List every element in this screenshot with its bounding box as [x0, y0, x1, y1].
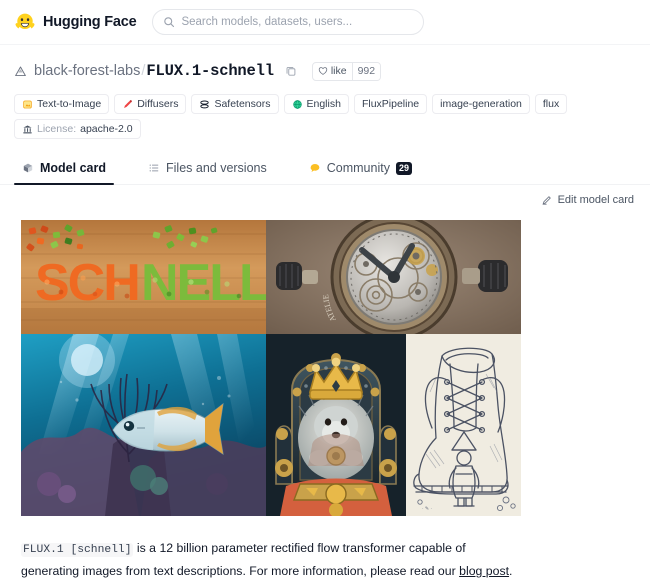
tag-label: Safetensors	[214, 98, 271, 110]
model-icon	[15, 66, 26, 76]
boot-sketch-illustration: · ✎ ·	[406, 334, 521, 516]
hugging-face-emoji-icon	[15, 13, 35, 30]
model-description-paragraph: FLUX.1 [schnell] is a 12 billion paramet…	[21, 538, 526, 582]
model-header: black-forest-labs/FLUX.1-schnell like 99…	[0, 45, 650, 139]
safetensors-icon	[200, 100, 210, 108]
model-card-icon	[23, 163, 33, 173]
model-tag-list: Text-to-Image Diffusers Safetensors Engl…	[14, 94, 636, 139]
model-name-label: FLUX.1-schnell	[146, 62, 274, 80]
tag-label: Text-to-Image	[37, 98, 102, 110]
svg-text:SCH: SCH	[35, 254, 139, 312]
tab-community[interactable]: Community 29	[301, 155, 420, 184]
tag-label: flux	[542, 98, 560, 110]
tag-label: English	[306, 98, 341, 110]
like-label: like	[330, 65, 347, 77]
sample-image-grid: SCH NELL ATELIE · ✎ ·	[21, 220, 521, 516]
search-input[interactable]	[181, 16, 414, 28]
model-title-row: black-forest-labs/FLUX.1-schnell like 99…	[14, 61, 636, 81]
pencil-icon	[542, 196, 551, 205]
model-breadcrumb: black-forest-labs/FLUX.1-schnell	[34, 61, 274, 81]
license-value: apache-2.0	[80, 123, 133, 135]
tab-model-card[interactable]: Model card	[14, 155, 114, 185]
boot-sketch-image: · ✎ ·	[406, 334, 521, 516]
tag-fluxpipeline[interactable]: FluxPipeline	[353, 94, 428, 114]
like-button-main[interactable]: like	[313, 63, 352, 80]
tag-text-to-image[interactable]: Text-to-Image	[14, 94, 110, 114]
blog-post-link[interactable]: blog post	[459, 564, 509, 578]
model-page: Hugging Face black-forest-labs/FLUX.1-sc…	[0, 0, 650, 587]
search-icon	[164, 17, 175, 28]
model-owner-link[interactable]: black-forest-labs	[34, 63, 140, 79]
svg-text:NELL: NELL	[141, 254, 266, 312]
tab-files-and-versions[interactable]: Files and versions	[140, 155, 275, 184]
like-button[interactable]: like 992	[311, 61, 382, 81]
schnell-vegetables-image: SCH NELL	[21, 220, 266, 334]
search-box[interactable]	[152, 9, 425, 35]
copy-model-name-button[interactable]	[283, 63, 299, 79]
tab-label: Community	[326, 161, 390, 175]
tag-flux[interactable]: flux	[534, 94, 568, 114]
svg-text:· ✎ ·: · ✎ ·	[422, 506, 432, 512]
bottom-right-image-pair: · ✎ ·	[266, 334, 521, 516]
tag-image-generation[interactable]: image-generation	[432, 94, 530, 114]
globe-icon	[292, 99, 302, 109]
text-to-image-icon	[23, 100, 32, 108]
crowned-hedgehog-image	[266, 334, 406, 516]
license-label: License:	[37, 123, 77, 135]
community-count-badge: 29	[395, 161, 412, 175]
edit-model-card-button[interactable]: Edit model card	[541, 194, 634, 206]
tag-english[interactable]: English	[283, 94, 349, 114]
files-icon	[149, 164, 159, 172]
underwater-fish-illustration	[21, 334, 266, 516]
brand-home-link[interactable]: Hugging Face	[14, 11, 137, 33]
crowned-hedgehog-illustration	[266, 334, 406, 516]
tag-license[interactable]: License: apache-2.0	[14, 119, 141, 139]
tag-label: image-generation	[440, 98, 522, 110]
heart-icon	[318, 67, 328, 75]
tab-label: Model card	[40, 161, 106, 175]
underwater-fish-image	[21, 334, 266, 516]
description-text-part-2: .	[509, 564, 513, 578]
edit-model-card-row: Edit model card	[0, 185, 650, 206]
model-card-content: SCH NELL ATELIE · ✎ · FLUX.1 [schnell] i…	[0, 206, 650, 582]
watch-movement-illustration: ATELIER	[266, 220, 521, 334]
breadcrumb-separator: /	[141, 63, 146, 79]
brand-name-label: Hugging Face	[43, 14, 137, 30]
tag-diffusers[interactable]: Diffusers	[114, 94, 187, 114]
tag-label: Diffusers	[137, 98, 179, 110]
copy-icon	[286, 66, 296, 76]
tag-safetensors[interactable]: Safetensors	[191, 94, 279, 114]
flux-schnell-code-span: FLUX.1 [schnell]	[21, 543, 134, 557]
diffusers-icon	[124, 99, 133, 108]
edit-model-card-label: Edit model card	[557, 194, 634, 206]
license-bank-icon	[23, 125, 32, 133]
top-navigation-bar: Hugging Face	[0, 0, 650, 45]
schnell-vegetables-illustration: SCH NELL	[21, 220, 266, 334]
watch-movement-image: ATELIER	[266, 220, 521, 334]
tab-label: Files and versions	[166, 161, 267, 175]
like-count: 992	[351, 62, 381, 80]
tag-label: FluxPipeline	[361, 98, 420, 110]
community-icon	[310, 163, 320, 173]
model-tabs: Model card Files and versions Community …	[0, 155, 650, 185]
